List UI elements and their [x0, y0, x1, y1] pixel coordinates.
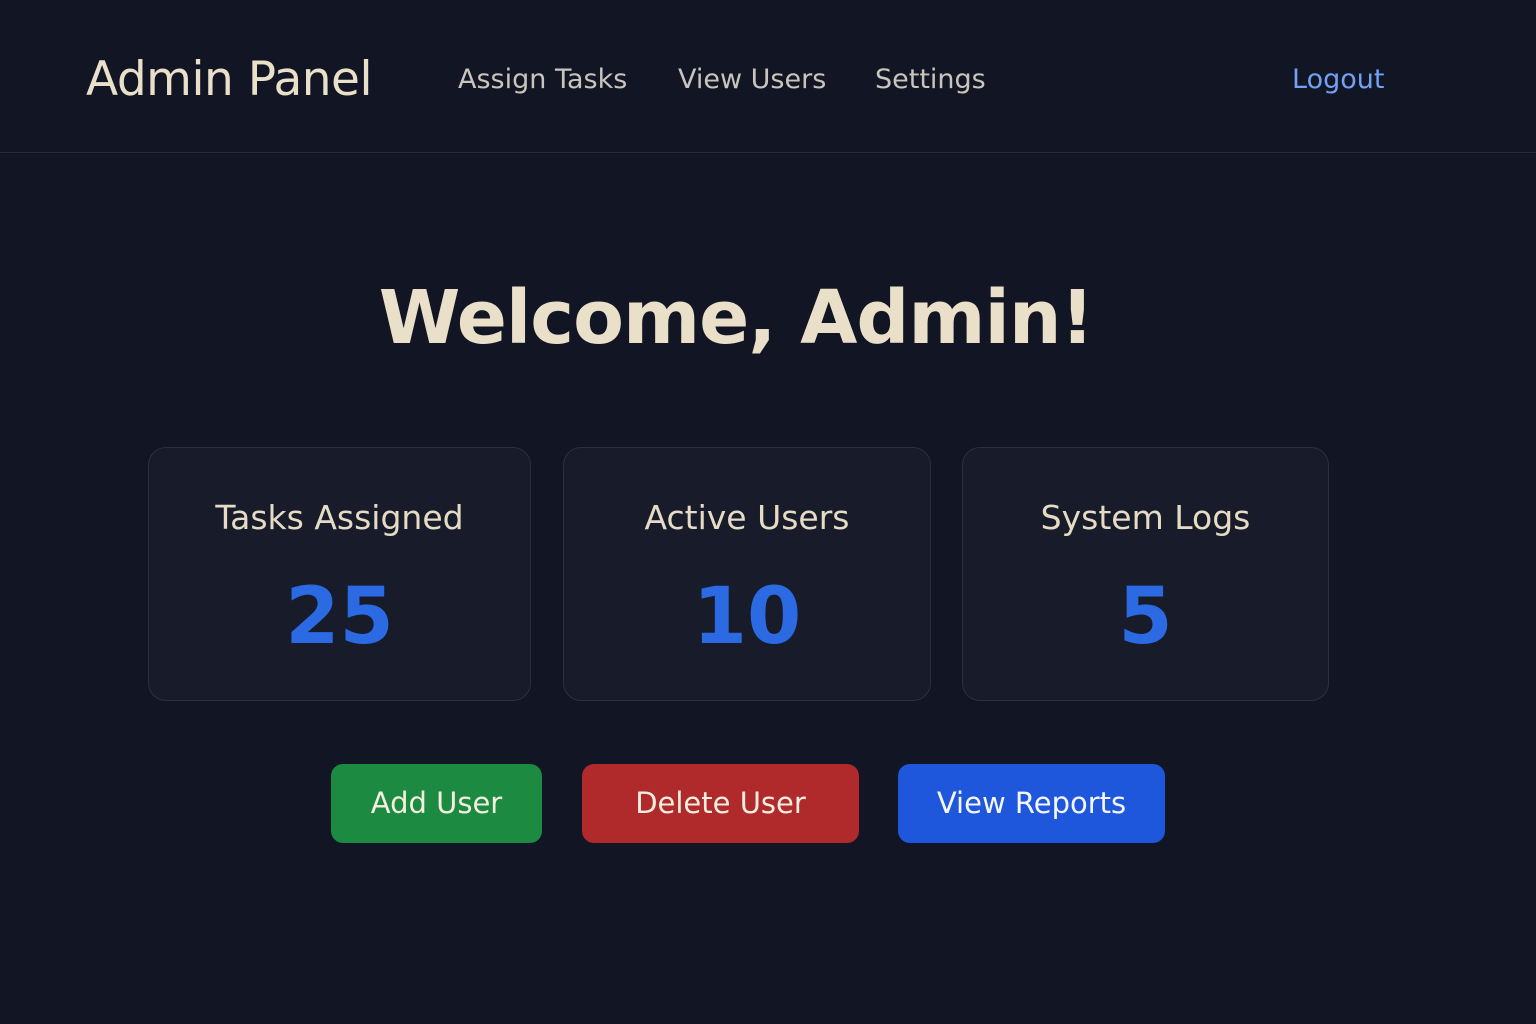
- stat-value-tasks-assigned: 25: [285, 572, 394, 662]
- stat-label-system-logs: System Logs: [1040, 498, 1251, 537]
- view-reports-button[interactable]: View Reports: [898, 764, 1165, 843]
- stat-value-active-users: 10: [692, 572, 802, 662]
- stat-value-system-logs: 5: [1118, 572, 1173, 662]
- stat-card-tasks-assigned: Tasks Assigned 25: [148, 447, 531, 701]
- stat-label-tasks-assigned: Tasks Assigned: [215, 498, 464, 537]
- stat-card-active-users: Active Users 10: [563, 447, 931, 701]
- brand-title: Admin Panel: [86, 52, 373, 107]
- welcome-heading: Welcome, Admin!: [378, 275, 1095, 361]
- nav-settings-link[interactable]: Settings: [875, 60, 986, 100]
- stat-card-system-logs: System Logs 5: [962, 447, 1329, 701]
- top-navigation-bar: Admin Panel Assign Tasks View Users Sett…: [0, 0, 1536, 153]
- stat-label-active-users: Active Users: [644, 498, 850, 537]
- add-user-button[interactable]: Add User: [331, 764, 542, 843]
- nav-assign-tasks-link[interactable]: Assign Tasks: [458, 60, 627, 100]
- logout-link[interactable]: Logout: [1292, 60, 1384, 100]
- delete-user-button[interactable]: Delete User: [582, 764, 859, 843]
- nav-view-users-link[interactable]: View Users: [678, 60, 826, 100]
